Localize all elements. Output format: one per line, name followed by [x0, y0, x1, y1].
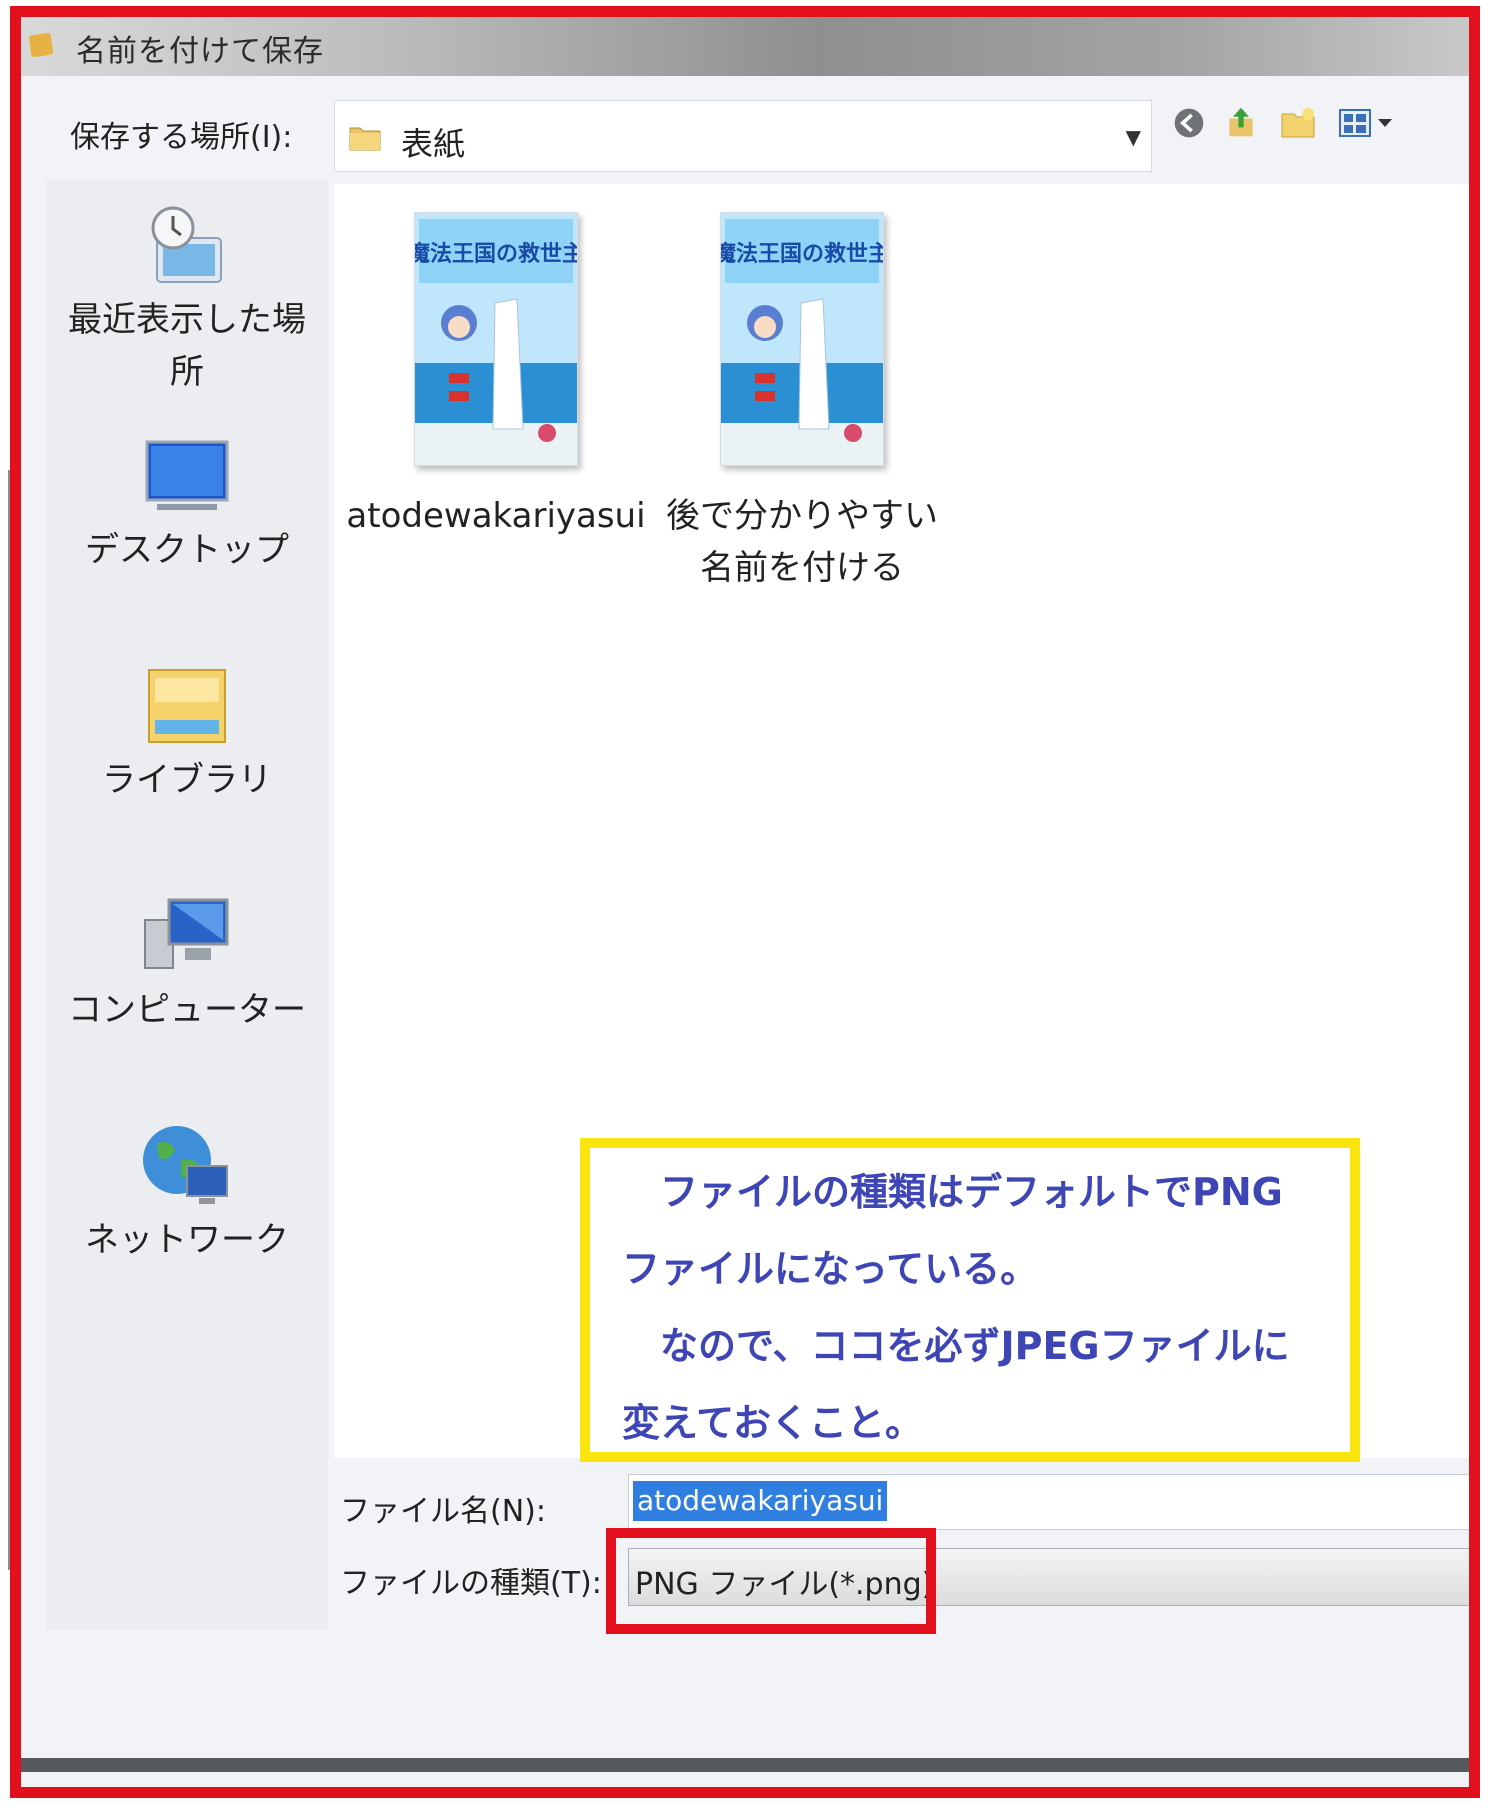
up-folder-icon[interactable]: [1224, 106, 1258, 140]
place-computer[interactable]: コンピューター: [46, 890, 328, 1036]
place-desktop[interactable]: デスクトップ: [46, 430, 328, 576]
back-icon[interactable]: [1170, 106, 1208, 140]
book-cover-title: 魔法王国の救世主: [721, 241, 883, 267]
file-thumbnail: 魔法王国の救世主: [714, 212, 890, 466]
file-name-input[interactable]: atodewakariyasui: [628, 1474, 1474, 1530]
file-name-label: ファイル名(N):: [340, 1494, 546, 1529]
place-label: ライブラリ: [102, 760, 272, 800]
file-item[interactable]: 魔法王国の救世主 後で分かりやすい名前を付ける: [652, 212, 952, 594]
place-label: デスクトップ: [85, 530, 289, 570]
file-name: atodewakariyasui: [346, 496, 646, 536]
app-icon: [28, 32, 54, 58]
annotation-line: ファイルになっている。: [622, 1247, 1039, 1291]
computer-icon: [144, 898, 229, 969]
place-label: ネットワーク: [85, 1220, 289, 1260]
place-network[interactable]: ネットワーク: [46, 1120, 328, 1266]
place-libraries[interactable]: ライブラリ: [46, 660, 328, 806]
navigation-toolbar: [1170, 98, 1430, 148]
annotation-line: 変えておくこと。: [622, 1401, 923, 1445]
libraries-icon: [148, 669, 226, 743]
recent-places-icon: [151, 206, 222, 283]
book-cover-title: 魔法王国の救世主: [415, 241, 577, 267]
save-in-combobox[interactable]: 表紙 ▼: [334, 100, 1152, 172]
file-thumbnail: 魔法王国の救世主: [408, 212, 584, 466]
current-folder-name: 表紙: [401, 125, 466, 163]
annotation-line: ファイルの種類はデフォルトでPNG: [660, 1170, 1283, 1214]
window-title: 名前を付けて保存: [76, 34, 324, 69]
bottom-edge-strip: [20, 1758, 1472, 1772]
file-name: 後で分かりやすい名前を付ける: [666, 496, 938, 588]
folder-icon: [349, 127, 381, 151]
places-bar: 最近表示した場所 デスクトップ ライブラリ コンピューター ネットワーク: [46, 180, 328, 1630]
save-in-label: 保存する場所(I):: [70, 120, 293, 155]
annotation-line: なので、ココを必ずJPEGファイルに: [660, 1324, 1290, 1368]
file-type-label: ファイルの種類(T):: [340, 1566, 602, 1601]
chevron-down-icon[interactable]: ▼: [1126, 125, 1141, 149]
place-label: 最近表示した場所: [68, 300, 306, 392]
file-name-value: atodewakariyasui: [633, 1481, 888, 1521]
file-item[interactable]: 魔法王国の救世主 atodewakariyasui: [346, 212, 646, 542]
title-bar[interactable]: 名前を付けて保存: [20, 12, 1472, 76]
view-menu-icon[interactable]: [1338, 106, 1396, 140]
place-recent[interactable]: 最近表示した場所: [46, 200, 328, 398]
new-folder-icon[interactable]: [1280, 106, 1316, 140]
file-type-highlight: [606, 1528, 936, 1634]
network-icon: [143, 1126, 228, 1204]
place-label: コンピューター: [68, 990, 306, 1030]
desktop-icon: [145, 440, 229, 510]
annotation-callout: ファイルの種類はデフォルトでPNG ファイルになっている。 なので、ココを必ずJ…: [580, 1138, 1360, 1462]
background-edge: [8, 470, 14, 1570]
